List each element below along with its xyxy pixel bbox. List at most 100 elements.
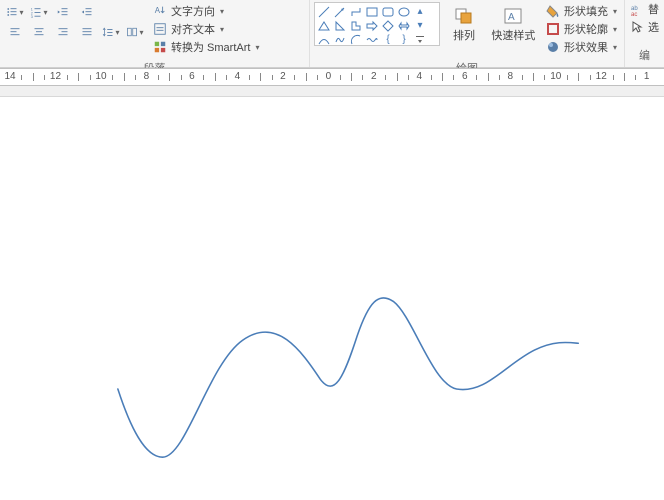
align-text-button[interactable]: 对齐文本▾ [150, 20, 262, 38]
shape-arrow-icon[interactable] [333, 5, 347, 18]
paragraph-button-grid: ▾ 123▾ ▾ ▾ [4, 2, 146, 42]
shape-roundrect-icon[interactable] [381, 5, 395, 18]
ruler-tick [590, 75, 591, 80]
line-spacing-icon[interactable]: ▾ [100, 22, 122, 42]
quick-styles-icon: A [501, 5, 525, 27]
shape-brace-l-icon[interactable]: { [381, 33, 395, 46]
ruler-tick [135, 75, 136, 80]
shape-arc-icon[interactable] [349, 33, 363, 46]
shape-elbow-icon[interactable] [349, 5, 363, 18]
arrange-button[interactable]: 排列 [444, 2, 483, 46]
shape-outline-button[interactable]: 形状轮廓▾ [543, 20, 620, 38]
ruler-number: 10 [95, 71, 106, 82]
ruler-tick [78, 73, 79, 81]
ruler-tick [408, 75, 409, 80]
ruler-tick [544, 75, 545, 80]
ruler-tick [317, 75, 318, 80]
gallery-up-icon[interactable]: ▴ [413, 5, 427, 18]
ruler-tick [112, 75, 113, 80]
shape-effects-icon [546, 40, 560, 54]
shape-fill-button[interactable]: 形状填充▾ [543, 2, 620, 20]
align-center-icon[interactable] [28, 22, 50, 42]
drawn-curve-shape[interactable] [0, 97, 664, 500]
shape-rect-icon[interactable] [365, 5, 379, 18]
shape-doublearrow-icon[interactable] [397, 19, 411, 32]
align-right-icon[interactable] [52, 22, 74, 42]
text-direction-icon: A [153, 4, 167, 18]
ribbon: ▾ 123▾ ▾ ▾ A 文字方向▾ [0, 0, 664, 68]
increase-indent-icon[interactable] [76, 2, 98, 22]
shape-effects-label: 形状效果 [564, 39, 608, 55]
ruler-number: 6 [462, 71, 468, 82]
ruler-tick [476, 75, 477, 80]
ruler-tick [635, 75, 636, 80]
arrange-icon [452, 5, 476, 27]
shape-brace-r-icon[interactable]: } [397, 33, 411, 46]
editing-canvas[interactable] [0, 86, 664, 500]
shape-blockarrow-icon[interactable] [365, 19, 379, 32]
shapes-gallery[interactable]: ▴ ▾ { } [314, 2, 440, 46]
ribbon-group-drawing: ▴ ▾ { } [310, 0, 625, 67]
shape-outline-icon [546, 22, 560, 36]
ruler-number: 12 [596, 71, 607, 82]
ruler-tick [249, 75, 250, 80]
select-button[interactable]: 选 [627, 18, 662, 36]
ruler-tick [613, 75, 614, 80]
replace-icon: abac [630, 2, 644, 16]
replace-button[interactable]: abac 替 [627, 0, 662, 18]
align-left-icon[interactable] [4, 22, 26, 42]
quick-styles-label: 快速样式 [491, 27, 535, 43]
convert-smartart-button[interactable]: 转换为 SmartArt▾ [150, 38, 262, 56]
ruler-number: 2 [371, 71, 377, 82]
bullets-icon[interactable]: ▾ [4, 2, 26, 22]
ruler-tick [567, 75, 568, 80]
decrease-indent-icon[interactable] [52, 2, 74, 22]
ruler-number: 1 [644, 71, 650, 82]
justify-icon[interactable] [76, 22, 98, 42]
ruler-number: 4 [417, 71, 423, 82]
text-direction-button[interactable]: A 文字方向▾ [150, 2, 262, 20]
ruler-tick [522, 75, 523, 80]
shape-freeform-icon[interactable] [333, 33, 347, 46]
slide-surface[interactable] [0, 96, 664, 500]
gallery-more-icon[interactable] [413, 33, 427, 46]
ruler-number: 4 [235, 71, 241, 82]
ruler-number: 10 [550, 71, 561, 82]
numbering-icon[interactable]: 123▾ [28, 2, 50, 22]
shape-triangle-icon[interactable] [317, 19, 331, 32]
gallery-down-icon[interactable]: ▾ [413, 19, 427, 32]
ruler-tick [169, 73, 170, 81]
shape-diamond-icon[interactable] [381, 19, 395, 32]
ruler-tick [533, 73, 534, 81]
ruler-tick [499, 75, 500, 80]
shape-rtriangle-icon[interactable] [333, 19, 347, 32]
ruler-tick [90, 75, 91, 80]
arrange-label: 排列 [453, 27, 475, 43]
ruler-tick [442, 73, 443, 81]
ruler-tick [397, 73, 398, 81]
select-icon [630, 20, 644, 34]
ribbon-group-paragraph: ▾ 123▾ ▾ ▾ A 文字方向▾ [0, 0, 310, 67]
ruler-tick [33, 73, 34, 81]
ruler-number: 8 [144, 71, 150, 82]
shape-corner-icon[interactable] [349, 19, 363, 32]
ruler[interactable]: 14121086420246810121 [0, 68, 664, 86]
ruler-tick [453, 75, 454, 80]
ruler-tick [215, 73, 216, 81]
quick-styles-button[interactable]: A 快速样式 [488, 2, 539, 46]
columns-icon[interactable]: ▾ [124, 22, 146, 42]
align-text-label: 对齐文本 [171, 21, 215, 37]
ribbon-group-editing: abac 替 选 编 [625, 0, 664, 67]
shape-fill-icon [546, 4, 560, 18]
ruler-tick [272, 75, 273, 80]
ruler-number: 14 [4, 71, 15, 82]
shape-wave-icon[interactable] [365, 33, 379, 46]
shape-effects-button[interactable]: 形状效果▾ [543, 38, 620, 56]
shape-oval-icon[interactable] [397, 5, 411, 18]
shape-fill-label: 形状填充 [564, 3, 608, 19]
smartart-icon [153, 40, 167, 54]
shape-line-icon[interactable] [317, 5, 331, 18]
ruler-tick [340, 75, 341, 80]
ruler-tick [181, 75, 182, 80]
shape-curve-icon[interactable] [317, 33, 331, 46]
